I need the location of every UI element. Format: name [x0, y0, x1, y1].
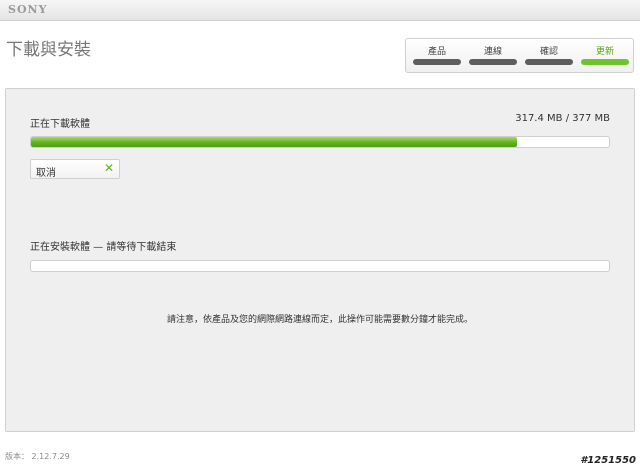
title-bar: SONY [0, 0, 640, 21]
download-label: 正在下載軟體 [30, 119, 90, 130]
content-panel: 正在下載軟體 317.4 MB / 377 MB 取消 ✕ 正在安裝軟體 — 請… [5, 88, 635, 432]
install-progress-bar [30, 260, 610, 272]
install-label: 正在安裝軟體 — 請等待下載結束 [30, 242, 177, 253]
cancel-label: 取消 [36, 168, 56, 179]
step-bar [469, 59, 517, 65]
step-indicator: 產品 連線 確認 更新 [405, 38, 634, 73]
notice-text: 請注意，依產品及您的網際網路連線而定，此操作可能需要數分鐘才能完成。 [166, 315, 473, 325]
step-bar [581, 59, 629, 65]
step-connection: 連線 [467, 39, 519, 72]
step-label: 更新 [595, 47, 614, 57]
step-label: 產品 [427, 47, 446, 57]
step-label: 確認 [539, 47, 558, 57]
watermark: #1251550 [580, 455, 636, 466]
close-icon: ✕ [103, 161, 114, 175]
page-title: 下載與安裝 [6, 40, 91, 60]
cancel-button[interactable]: 取消 ✕ [30, 159, 120, 179]
brand-logo: SONY [8, 3, 48, 16]
step-product: 產品 [411, 39, 463, 72]
download-progress-bar [30, 136, 610, 148]
step-bar [413, 59, 461, 65]
download-size: 317.4 MB / 377 MB [515, 113, 610, 124]
step-update: 更新 [579, 39, 631, 72]
download-progress-fill [31, 137, 517, 147]
step-label: 連線 [483, 47, 502, 57]
version-text: 版本： 2.12.7.29 [5, 452, 70, 461]
step-bar [525, 59, 573, 65]
step-confirm: 確認 [523, 39, 575, 72]
